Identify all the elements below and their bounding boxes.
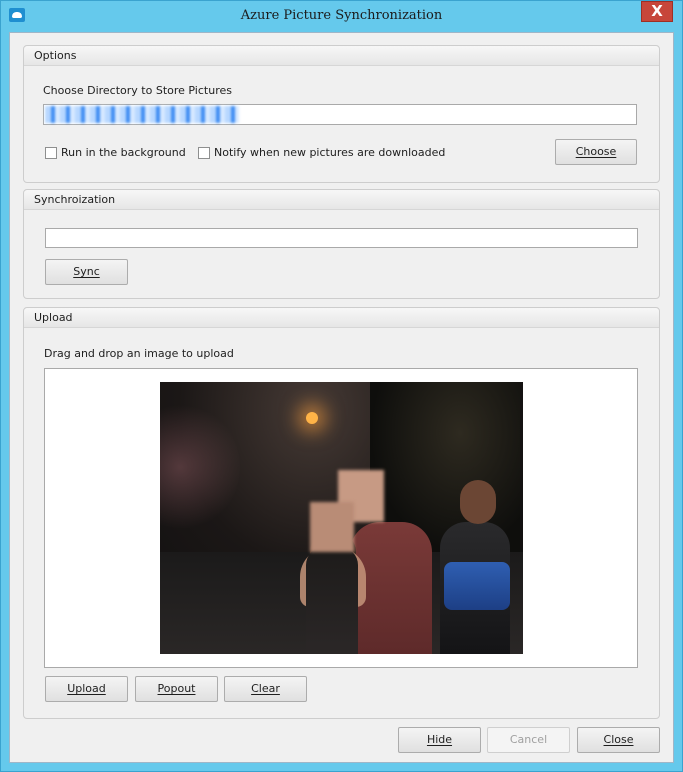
close-window-button[interactable]: X (641, 1, 673, 22)
run-background-label[interactable]: Run in the background (61, 146, 186, 159)
photo-passerby-head (460, 480, 496, 524)
close-button[interactable]: Close (577, 727, 660, 753)
title-bar[interactable]: Azure Picture Synchronization X (1, 1, 682, 31)
upload-hint: Drag and drop an image to upload (44, 347, 234, 360)
options-header: Options (24, 46, 659, 66)
photo-woman (306, 547, 358, 654)
upload-header: Upload (24, 308, 659, 328)
sync-header: Synchroization (24, 190, 659, 210)
notify-checkbox[interactable] (198, 147, 210, 159)
sync-status-field (45, 228, 638, 248)
choose-button[interactable]: Choose (555, 139, 637, 165)
image-drop-area[interactable] (44, 368, 638, 668)
sync-group: Synchroization Sync (23, 189, 660, 299)
run-background-checkbox[interactable] (45, 147, 57, 159)
upload-button[interactable]: Upload (45, 676, 128, 702)
preview-image (160, 382, 523, 654)
cancel-button: Cancel (487, 727, 570, 753)
redacted-directory-path (45, 106, 239, 123)
window-title: Azure Picture Synchronization (240, 8, 443, 23)
upload-group: Upload Drag and drop an image to upload (23, 307, 660, 719)
hide-button[interactable]: Hide (398, 727, 481, 753)
photo-streetlamp (306, 412, 318, 424)
app-window: Azure Picture Synchronization X Options … (0, 0, 683, 772)
close-icon: X (651, 2, 663, 20)
popout-button[interactable]: Popout (135, 676, 218, 702)
photo-blue-bag (444, 562, 510, 610)
photo-woman-face-pixelated (310, 502, 354, 552)
directory-label: Choose Directory to Store Pictures (43, 84, 232, 97)
notify-label[interactable]: Notify when new pictures are downloaded (214, 146, 445, 159)
options-group: Options Choose Directory to Store Pictur… (23, 45, 660, 183)
clear-button[interactable]: Clear (224, 676, 307, 702)
directory-input[interactable] (43, 104, 637, 125)
sync-button[interactable]: Sync (45, 259, 128, 285)
photo-lens-flare (160, 402, 240, 532)
window-client: Options Choose Directory to Store Pictur… (9, 32, 674, 763)
